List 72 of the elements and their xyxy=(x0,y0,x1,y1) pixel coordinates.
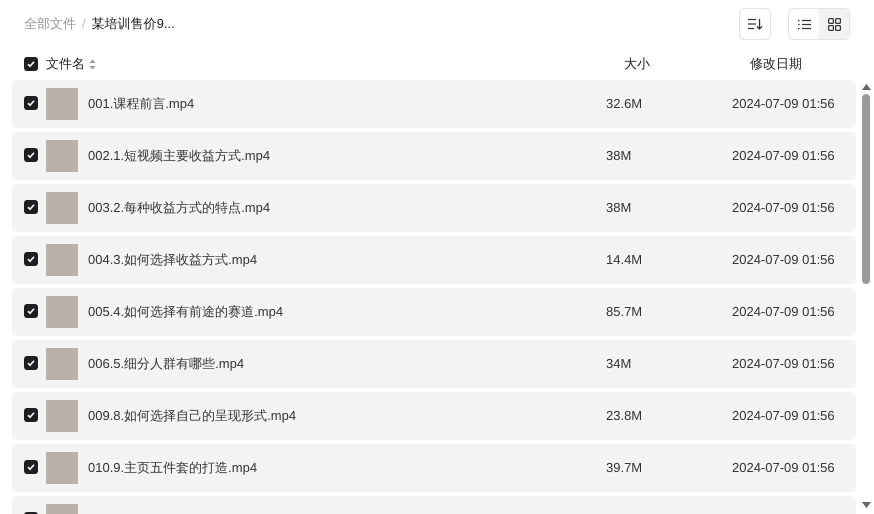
modified-date: 2024-07-09 01:56 xyxy=(732,147,836,166)
checkbox[interactable] xyxy=(24,148,38,162)
check-icon xyxy=(26,98,36,108)
file-row[interactable]: 002.1.短视频主要收益方式.mp4 38M 2024-07-09 01:56 xyxy=(12,132,856,180)
modified-date: 2024-07-09 01:56 xyxy=(732,407,836,426)
file-size: 38M xyxy=(606,147,632,166)
checkbox[interactable] xyxy=(24,57,38,71)
checkbox[interactable] xyxy=(24,356,38,370)
video-thumbnail xyxy=(46,296,78,328)
video-thumbnail xyxy=(46,192,78,224)
file-row[interactable]: 006.5.细分人群有哪些.mp4 34M 2024-07-09 01:56 xyxy=(12,340,856,388)
video-thumbnail xyxy=(46,400,78,432)
check-icon xyxy=(26,358,36,368)
checkbox[interactable] xyxy=(24,408,38,422)
check-icon xyxy=(26,306,36,316)
check-icon xyxy=(26,59,36,69)
list-icon xyxy=(798,18,810,30)
file-name[interactable]: 006.5.细分人群有哪些.mp4 xyxy=(88,354,244,374)
modified-date: 2024-07-09 01:56 xyxy=(732,199,836,218)
file-size: 34M xyxy=(606,355,632,374)
modified-date: 2024-07-09 01:56 xyxy=(732,459,836,478)
file-name[interactable]: 010.9.主页五件套的打造.mp4 xyxy=(88,458,258,478)
checkbox[interactable] xyxy=(24,200,38,214)
column-header[interactable]: 文件名 xyxy=(46,54,85,74)
file-row[interactable]: 003.2.每种收益方式的特点.mp4 38M 2024-07-09 01:56 xyxy=(12,184,856,232)
file-row[interactable]: 010.9.主页五件套的打造.mp4 39.7M 2024-07-09 01:56 xyxy=(12,444,856,492)
file-size: 23.8M xyxy=(606,407,644,426)
modified-date: 2024-07-09 01:56 xyxy=(732,355,836,374)
scroll-down-icon[interactable] xyxy=(862,502,870,508)
modified-date: 2024-07-09 01:56 xyxy=(732,95,836,114)
file-size: 85.7M xyxy=(606,303,644,322)
checkbox[interactable] xyxy=(24,252,38,266)
video-thumbnail xyxy=(46,452,78,484)
video-thumbnail xyxy=(46,348,78,380)
check-icon xyxy=(26,462,36,472)
check-icon xyxy=(26,150,36,160)
scroll-up-icon[interactable] xyxy=(862,84,870,90)
file-row[interactable]: 009.8.如何选择自己的呈现形式.mp4 23.8M 2024-07-09 01:56 xyxy=(12,392,856,440)
video-thumbnail xyxy=(46,88,78,120)
file-name[interactable]: 005.4.如何选择有前途的赛道.mp4 xyxy=(88,302,284,322)
sort-icon xyxy=(748,18,762,30)
file-row[interactable]: 004.3.如何选择收益方式.mp4 14.4M 2024-07-09 01:56 xyxy=(12,236,856,284)
file-name[interactable]: 002.1.短视频主要收益方式.mp4 xyxy=(88,146,270,166)
file-row[interactable]: 001.课程前言.mp4 32.6M 2024-07-09 01:56 xyxy=(12,80,856,128)
video-thumbnail xyxy=(46,244,78,276)
check-icon xyxy=(26,202,36,212)
sort-button[interactable] xyxy=(739,8,771,40)
file-name[interactable]: 009.8.如何选择自己的呈现形式.mp4 xyxy=(88,406,296,426)
file-size: 14.4M xyxy=(606,251,644,270)
file-name[interactable]: 004.3.如何选择收益方式.mp4 xyxy=(88,250,258,270)
checkbox[interactable] xyxy=(24,304,38,318)
modified-date: 2024-07-09 01:56 xyxy=(732,303,836,322)
breadcrumb-item: 某培训售价9... xyxy=(92,15,175,34)
sort-arrows-icon[interactable] xyxy=(89,58,96,70)
video-thumbnail xyxy=(46,140,78,172)
file-name[interactable]: 001.课程前言.mp4 xyxy=(88,94,194,114)
checkbox[interactable] xyxy=(24,460,38,474)
breadcrumb-separator: / xyxy=(82,15,86,34)
column-header[interactable]: 修改日期 xyxy=(750,54,874,74)
check-icon xyxy=(26,254,36,264)
checkbox[interactable] xyxy=(24,96,38,110)
check-icon xyxy=(26,410,36,420)
file-name[interactable]: 003.2.每种收益方式的特点.mp4 xyxy=(88,198,270,218)
column-header[interactable]: 大小 xyxy=(624,54,750,74)
scrollbar-thumb[interactable] xyxy=(862,94,870,284)
file-row[interactable]: 005.4.如何选择有前途的赛道.mp4 85.7M 2024-07-09 01:56 xyxy=(12,288,856,336)
file-size: 39.7M xyxy=(606,459,644,478)
file-size: 38M xyxy=(606,199,632,218)
grid-icon xyxy=(828,18,840,30)
file-size: 32.6M xyxy=(606,95,644,114)
list-view-button[interactable] xyxy=(789,9,819,39)
modified-date: 2024-07-09 01:56 xyxy=(732,251,836,270)
